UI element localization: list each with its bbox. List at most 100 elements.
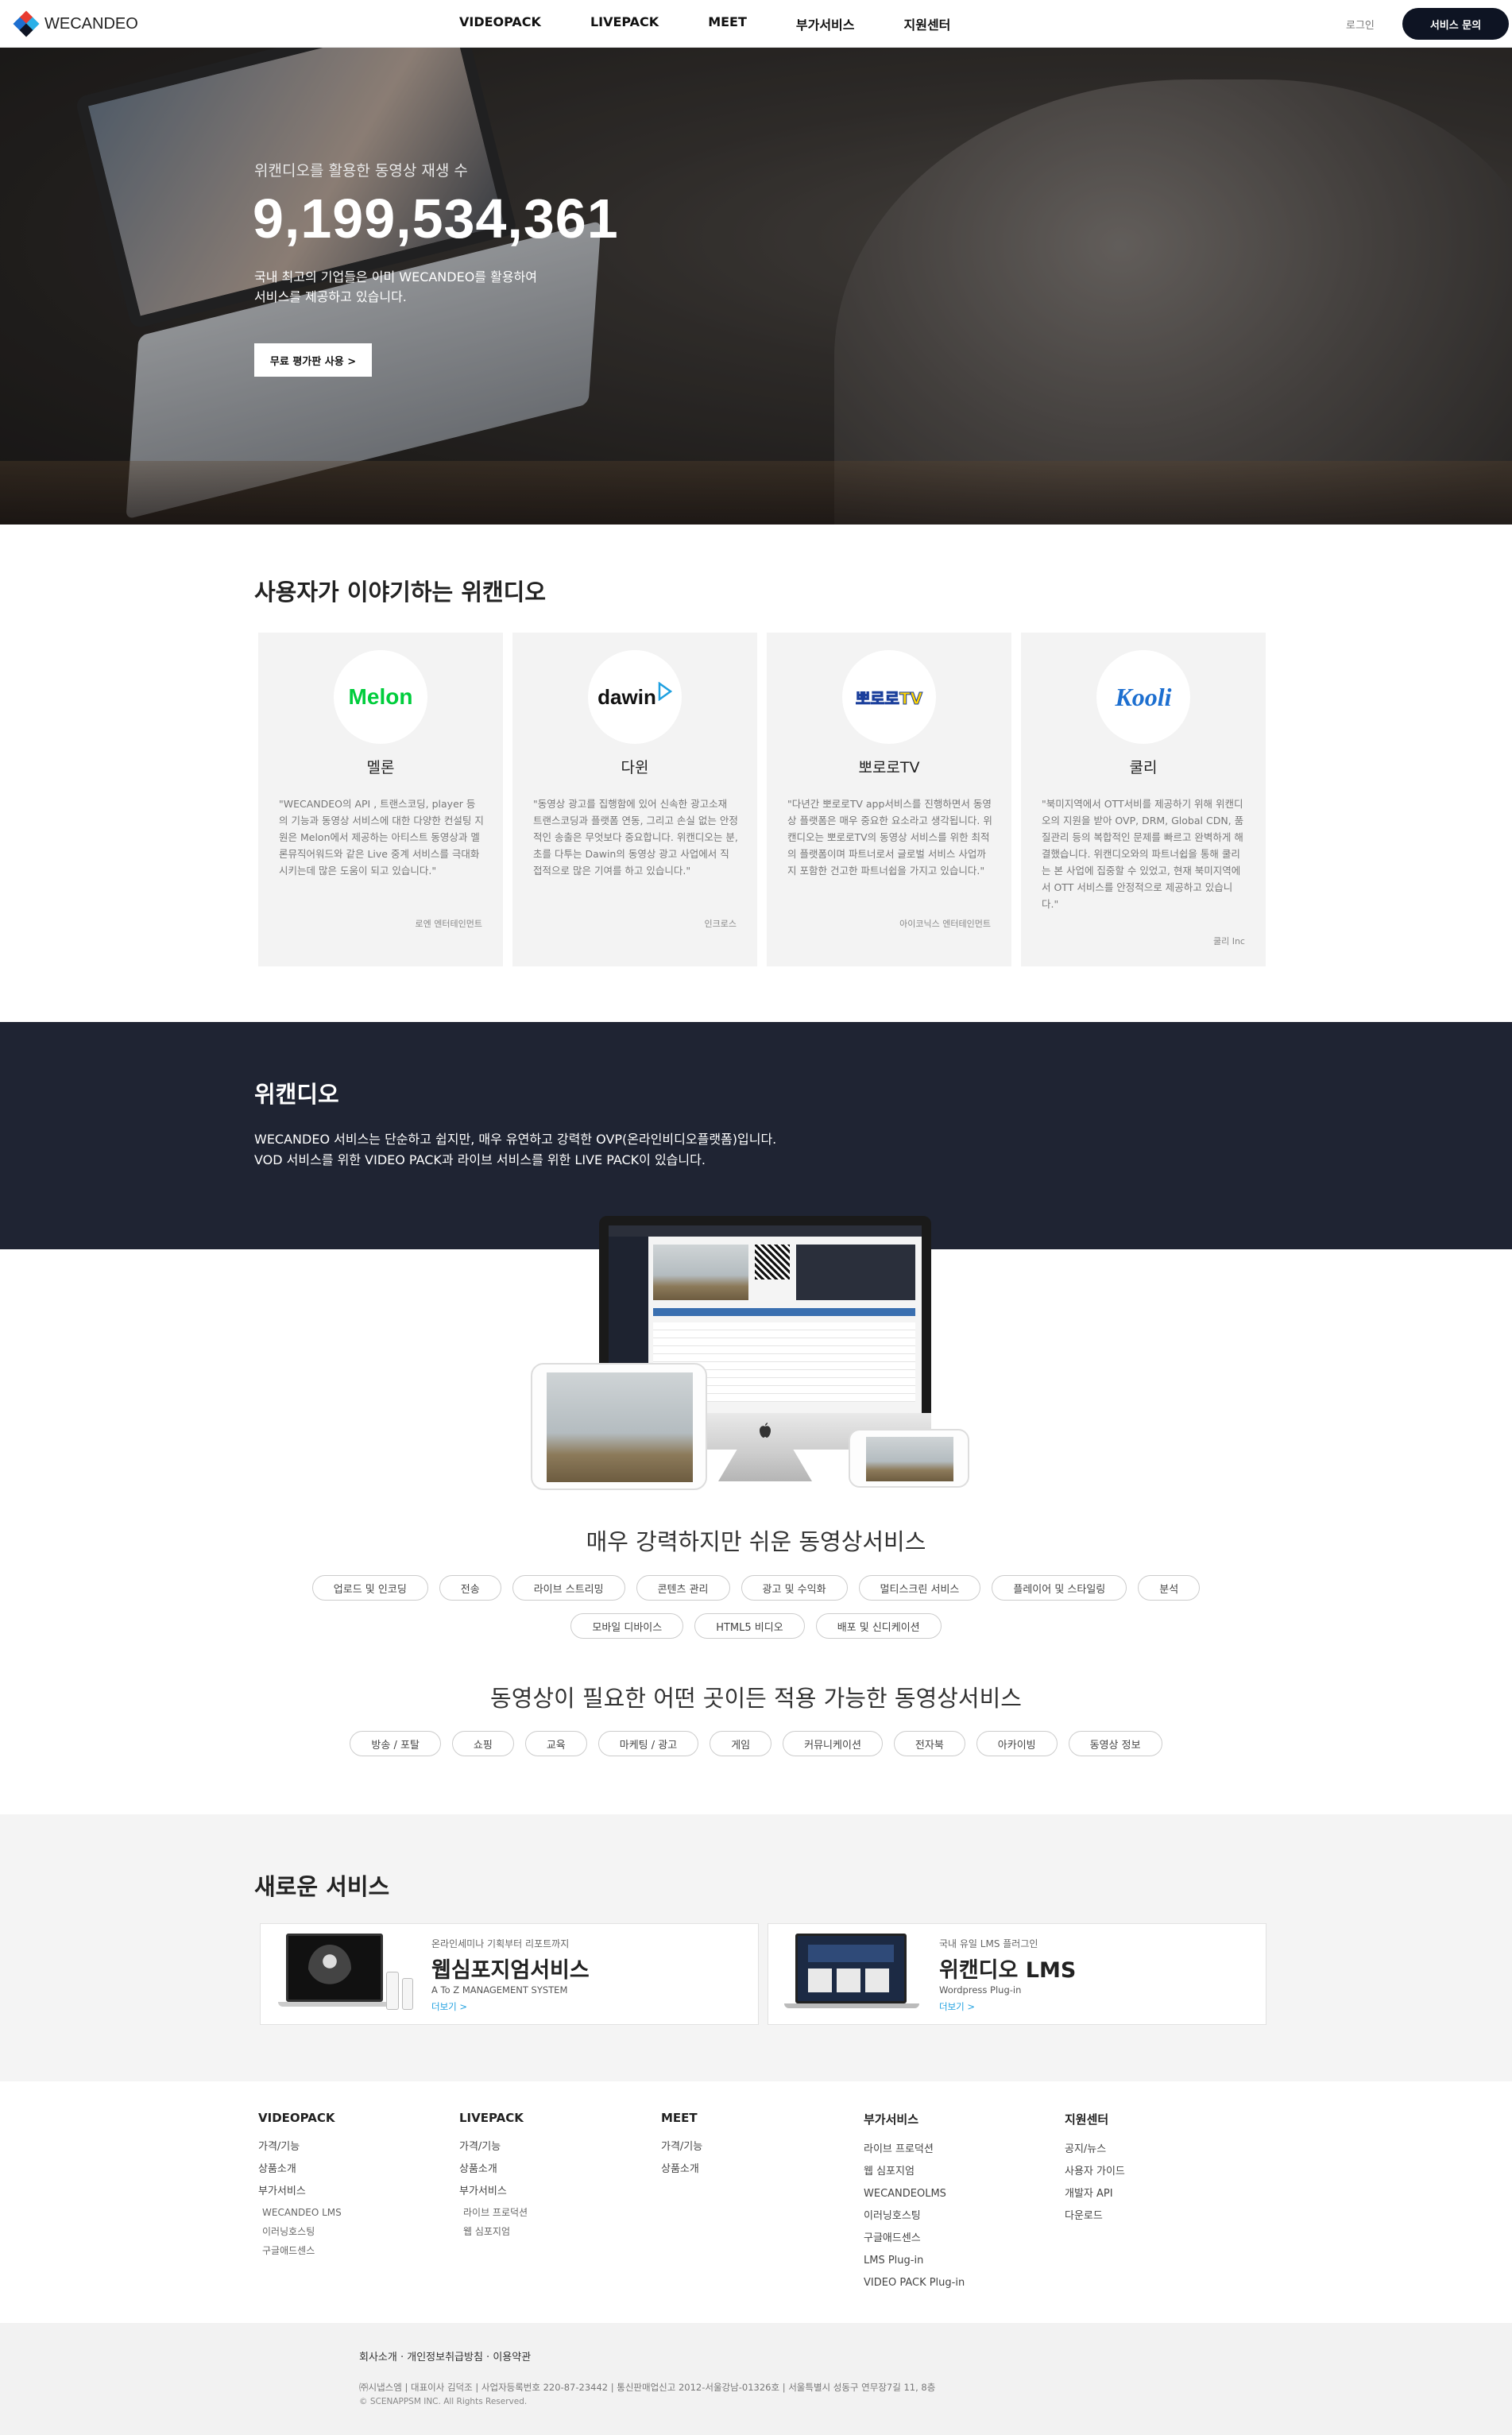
nav-livepack[interactable]: LIVEPACK bbox=[590, 14, 659, 33]
feature-chip[interactable]: 라이브 스트리밍 bbox=[512, 1575, 625, 1601]
card-name: 쿨리 bbox=[1129, 759, 1158, 776]
usecase-chip[interactable]: 커뮤니케이션 bbox=[783, 1731, 883, 1756]
footer-link[interactable]: 사용자 가이드 bbox=[1065, 2161, 1125, 2183]
nav-support-center[interactable]: 지원센터 bbox=[904, 14, 951, 33]
more-link[interactable]: 더보기 > bbox=[431, 2000, 467, 2013]
card-author: 로엔 엔터테인먼트 bbox=[415, 919, 482, 929]
feature-chip[interactable]: 플레이어 및 스타일링 bbox=[992, 1575, 1127, 1601]
pororo-tv-logo: 뽀로로TV bbox=[842, 650, 936, 744]
footer-link[interactable]: VIDEO PACK Plug-in bbox=[864, 2272, 965, 2294]
nav-addon-services[interactable]: 부가서비스 bbox=[796, 14, 855, 33]
usecase-chip[interactable]: 게임 bbox=[710, 1731, 772, 1756]
wecandeo-lms-image bbox=[784, 1934, 923, 2016]
usecase-chip[interactable]: 교육 bbox=[524, 1731, 587, 1756]
feature-chip[interactable]: HTML5 비디오 bbox=[694, 1613, 805, 1639]
footer-link[interactable]: 구글애드센스 bbox=[864, 2228, 965, 2250]
footer-bottom: 회사소개 · 개인정보취급방침 · 이용약관 ㈜시냅스엠 | 대표이사 김덕조 … bbox=[0, 2323, 1512, 2435]
service-subtitle: A To Z MANAGEMENT SYSTEM bbox=[431, 1984, 568, 1996]
usecase-chip[interactable]: 동영상 정보 bbox=[1068, 1731, 1162, 1756]
service-title: 위캔디오 LMS bbox=[939, 1958, 1077, 1983]
hero-subtitle: 위캔디오를 활용한 동영상 재생 수 bbox=[254, 162, 468, 180]
footer-link[interactable]: 상품소개 bbox=[661, 2158, 702, 2181]
card-name: 뽀로로TV bbox=[858, 759, 920, 776]
wecandeo-lms-card[interactable]: 국내 유일 LMS 플러그인 위캔디오 LMS Wordpress Plug-i… bbox=[768, 1923, 1266, 2025]
card-quote: "북미지역에서 OTT서비를 제공하기 위해 위캔디오의 지원을 받아 OVP,… bbox=[1042, 798, 1244, 910]
service-subtitle: Wordpress Plug-in bbox=[939, 1984, 1022, 1996]
footer-col-videopack: VIDEOPACK 가격/기능 상품소개 부가서비스 WECANDEO LMS … bbox=[258, 2111, 342, 2260]
usecase-chip[interactable]: 마케팅 / 광고 bbox=[597, 1731, 699, 1756]
usecases-title: 동영상이 필요한 어떤 곳이든 적용 가능한 동영상서비스 bbox=[490, 1685, 1022, 1712]
usecase-chip[interactable]: 전자북 bbox=[893, 1731, 965, 1756]
service-tagline: 국내 유일 LMS 플러그인 bbox=[939, 1938, 1038, 1949]
iphone-device-image bbox=[849, 1429, 969, 1488]
dawin-logo: dawin bbox=[588, 650, 682, 744]
footer-col-livepack: LIVEPACK 가격/기능 상품소개 부가서비스 라이브 프로덕션 웹 심포지… bbox=[459, 2111, 528, 2241]
nav-meet[interactable]: MEET bbox=[708, 14, 747, 33]
footer-sublink[interactable]: 구글애드센스 bbox=[258, 2241, 342, 2260]
footer-link[interactable]: 웹 심포지엄 bbox=[864, 2161, 965, 2183]
service-inquiry-button[interactable]: 서비스 문의 bbox=[1402, 8, 1509, 40]
testimonial-card-melon: Melon 멜론 "WECANDEO의 API , 트랜스코딩, player … bbox=[258, 633, 503, 966]
footer-link[interactable]: 가격/기능 bbox=[258, 2136, 342, 2158]
kooli-logo: Kooli bbox=[1096, 650, 1190, 744]
main-nav: VIDEOPACK LIVEPACK MEET 부가서비스 지원센터 bbox=[459, 14, 1000, 33]
card-author: 아이코닉스 엔터테인먼트 bbox=[899, 919, 991, 929]
footer-sublink[interactable]: 라이브 프로덕션 bbox=[459, 2203, 528, 2222]
usecase-chips: 방송 / 포탈 쇼핑 교육 마케팅 / 광고 게임 커뮤니케이션 전자북 아카이… bbox=[0, 1731, 1512, 1756]
free-trial-button[interactable]: 무료 평가판 사용 > bbox=[254, 343, 372, 377]
feature-chip[interactable]: 분석 bbox=[1138, 1575, 1201, 1601]
nav-videopack[interactable]: VIDEOPACK bbox=[459, 14, 541, 33]
footer-link[interactable]: 상품소개 bbox=[258, 2158, 342, 2181]
feature-chip[interactable]: 업로드 및 인코딩 bbox=[311, 1575, 428, 1601]
service-tagline: 온라인세미나 기획부터 리포트까지 bbox=[431, 1938, 570, 1949]
usecase-chip[interactable]: 아카이빙 bbox=[976, 1731, 1058, 1756]
more-link[interactable]: 더보기 > bbox=[939, 2000, 975, 2013]
new-services-section: 새로운 서비스 온라인세미나 기획부터 리포트까지 웹심포지엄서비스 A To … bbox=[0, 1814, 1512, 2081]
feature-chips-row2: 모바일 디바이스 HTML5 비디오 배포 및 신디케이션 bbox=[0, 1613, 1512, 1639]
footer-link[interactable]: 가격/기능 bbox=[661, 2136, 702, 2158]
hero-description: 국내 최고의 기업들은 이미 WECANDEO를 활용하여 서비스를 제공하고 … bbox=[254, 269, 537, 304]
footer-link[interactable]: 부가서비스 bbox=[459, 2181, 528, 2203]
company-info: ㈜시냅스엠 | 대표이사 김덕조 | 사업자등록번호 220-87-23442 … bbox=[359, 2382, 936, 2393]
card-quote: "다년간 뽀로로TV app서비스를 진행하면서 동영상 플랫폼은 매우 중요한… bbox=[787, 798, 992, 877]
wecandeo-logo[interactable]: WECANDEO bbox=[13, 10, 138, 37]
melon-logo: Melon bbox=[334, 650, 427, 744]
footer-link[interactable]: LMS Plug-in bbox=[864, 2250, 965, 2272]
footer-link[interactable]: 부가서비스 bbox=[258, 2181, 342, 2203]
testimonials-title: 사용자가 이야기하는 위캔디오 bbox=[254, 579, 547, 606]
footer-sublink[interactable]: 웹 심포지엄 bbox=[459, 2222, 528, 2241]
testimonial-cards: Melon 멜론 "WECANDEO의 API , 트랜스코딩, player … bbox=[258, 633, 1266, 966]
play-count: 9,199,534,361 bbox=[253, 188, 619, 250]
card-name: 멜론 bbox=[366, 759, 395, 776]
new-services-title: 새로운 서비스 bbox=[254, 1873, 390, 1900]
feature-chips-row1: 업로드 및 인코딩 전송 라이브 스트리밍 콘텐츠 관리 광고 및 수익화 멀티… bbox=[0, 1575, 1512, 1601]
footer-policy-links[interactable]: 회사소개 · 개인정보취급방침 · 이용약관 bbox=[359, 2348, 531, 2363]
logo-mark-icon bbox=[13, 10, 40, 37]
footer-link[interactable]: 라이브 프로덕션 bbox=[864, 2139, 965, 2161]
footer-sublink[interactable]: WECANDEO LMS bbox=[258, 2203, 342, 2222]
feature-chip[interactable]: 전송 bbox=[439, 1575, 501, 1601]
footer-sublink[interactable]: 이러닝호스팅 bbox=[258, 2222, 342, 2241]
logo-text: WECANDEO bbox=[44, 14, 138, 33]
footer-link[interactable]: WECANDEOLMS bbox=[864, 2183, 965, 2205]
feature-chip[interactable]: 모바일 디바이스 bbox=[570, 1613, 684, 1639]
footer-link[interactable]: 공지/뉴스 bbox=[1065, 2139, 1125, 2161]
wecandeo-description: WECANDEO 서비스는 단순하고 쉽지만, 매우 유연하고 강력한 OVP(… bbox=[254, 1132, 777, 1167]
feature-chip[interactable]: 멀티스크린 서비스 bbox=[858, 1575, 981, 1601]
footer-col-addon-services: 부가서비스 라이브 프로덕션 웹 심포지엄 WECANDEOLMS 이러닝호스팅… bbox=[864, 2111, 965, 2294]
feature-chip[interactable]: 배포 및 신디케이션 bbox=[815, 1613, 942, 1639]
footer-link[interactable]: 가격/기능 bbox=[459, 2136, 528, 2158]
usecase-chip[interactable]: 방송 / 포탈 bbox=[350, 1731, 441, 1756]
login-link[interactable]: 로그인 bbox=[1346, 17, 1375, 32]
footer-link[interactable]: 상품소개 bbox=[459, 2158, 528, 2181]
web-symposium-card[interactable]: 온라인세미나 기획부터 리포트까지 웹심포지엄서비스 A To Z MANAGE… bbox=[260, 1923, 759, 2025]
feature-chip[interactable]: 광고 및 수익화 bbox=[741, 1575, 848, 1601]
footer-link[interactable]: 개발자 API bbox=[1065, 2183, 1125, 2205]
copyright: © SCENAPPSM INC. All Rights Reserved. bbox=[359, 2397, 528, 2406]
dawin-play-icon bbox=[658, 682, 672, 701]
usecase-chip[interactable]: 쇼핑 bbox=[451, 1731, 514, 1756]
footer-link[interactable]: 다운로드 bbox=[1065, 2205, 1125, 2228]
feature-chip[interactable]: 콘텐츠 관리 bbox=[636, 1575, 730, 1601]
footer-link[interactable]: 이러닝호스팅 bbox=[864, 2205, 965, 2228]
footer-col-support: 지원센터 공지/뉴스 사용자 가이드 개발자 API 다운로드 bbox=[1065, 2111, 1125, 2228]
